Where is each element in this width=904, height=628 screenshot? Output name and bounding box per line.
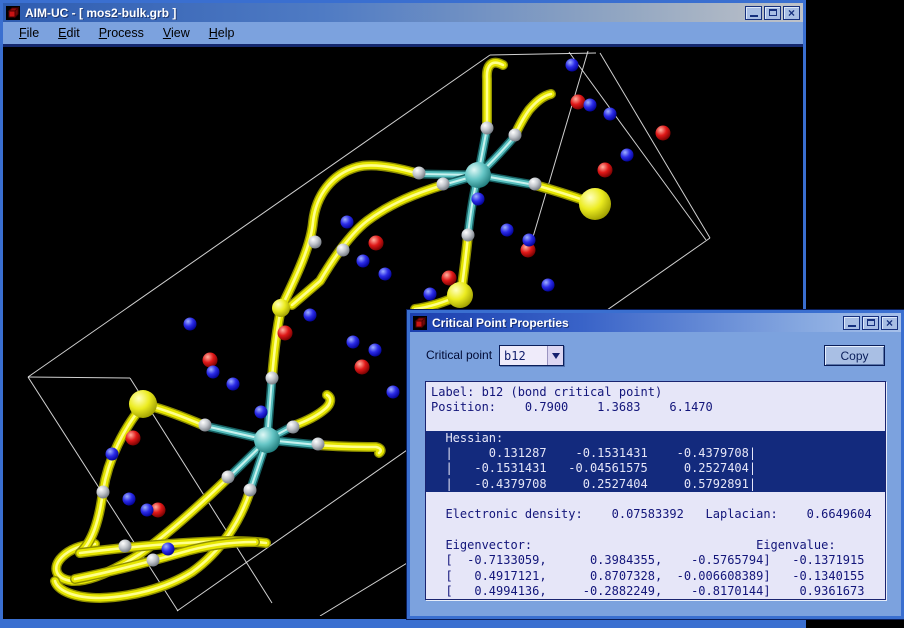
report-line: [ -0.7133059, 0.3984355, -0.5765794] -0.… bbox=[426, 553, 885, 568]
copy-button[interactable]: Copy bbox=[824, 345, 885, 366]
report-line: Label: b12 (bond critical point) bbox=[426, 385, 885, 400]
window-title: AIM-UC - [ mos2-bulk.grb ] bbox=[25, 6, 745, 20]
dropdown-button[interactable] bbox=[547, 346, 563, 365]
report-area[interactable]: Label: b12 (bond critical point)Position… bbox=[425, 381, 886, 600]
close-button[interactable]: × bbox=[783, 6, 800, 20]
report-line bbox=[426, 416, 885, 431]
critical-point-dialog: Critical Point Properties × Critical poi… bbox=[407, 310, 904, 619]
report-line bbox=[426, 523, 885, 538]
titlebar-buttons: × bbox=[745, 6, 800, 20]
menu-item-help[interactable]: Help bbox=[203, 24, 241, 42]
report-line: Position: 0.7900 1.3683 6.1470 bbox=[426, 400, 885, 415]
menu-item-view[interactable]: View bbox=[157, 24, 196, 42]
maximize-icon bbox=[867, 319, 875, 326]
critical-point-label: Critical point bbox=[426, 348, 492, 362]
report-line: | -0.1531431 -0.04561575 0.2527404| bbox=[426, 461, 885, 476]
minimize-button[interactable] bbox=[745, 6, 762, 20]
report-line: | -0.4379708 0.2527404 0.5792891| bbox=[426, 477, 885, 492]
dialog-close-button[interactable]: × bbox=[881, 316, 898, 330]
report-line: Eigenvector: Eigenvalue: bbox=[426, 538, 885, 553]
desktop: AIM-UC - [ mos2-bulk.grb ] × File Edit Pro… bbox=[0, 0, 904, 628]
main-titlebar[interactable]: AIM-UC - [ mos2-bulk.grb ] × bbox=[3, 3, 803, 22]
menu-item-edit[interactable]: Edit bbox=[52, 24, 86, 42]
menu-bar: File Edit Process View Help bbox=[3, 22, 803, 47]
dialog-title: Critical Point Properties bbox=[432, 316, 843, 330]
minimize-icon bbox=[750, 15, 758, 17]
dialog-icon bbox=[413, 316, 427, 330]
menu-item-file[interactable]: File bbox=[13, 24, 45, 42]
report-line: Hessian: bbox=[426, 431, 885, 446]
report-line: [ 0.4917121, 0.8707328, -0.006608389] -0… bbox=[426, 569, 885, 584]
minimize-icon bbox=[848, 325, 856, 327]
app-icon bbox=[6, 6, 20, 20]
menu-item-process[interactable]: Process bbox=[93, 24, 150, 42]
maximize-button[interactable] bbox=[764, 6, 781, 20]
dialog-minimize-button[interactable] bbox=[843, 316, 860, 330]
dropdown-value: b12 bbox=[500, 346, 547, 365]
dialog-maximize-button[interactable] bbox=[862, 316, 879, 330]
report-line: [ 0.4994136, -0.2882249, -0.8170144] 0.9… bbox=[426, 584, 885, 599]
report-line: | 0.131287 -0.1531431 -0.4379708| bbox=[426, 446, 885, 461]
close-icon: × bbox=[886, 318, 893, 328]
dialog-titlebar-buttons: × bbox=[843, 316, 898, 330]
dialog-titlebar[interactable]: Critical Point Properties × bbox=[410, 313, 901, 332]
report-line bbox=[426, 492, 885, 507]
critical-point-dropdown[interactable]: b12 bbox=[499, 345, 564, 366]
report-line: Electronic density: 0.07583392 Laplacian… bbox=[426, 507, 885, 522]
maximize-icon bbox=[769, 9, 777, 16]
chevron-down-icon bbox=[552, 353, 560, 359]
close-icon: × bbox=[788, 8, 795, 18]
